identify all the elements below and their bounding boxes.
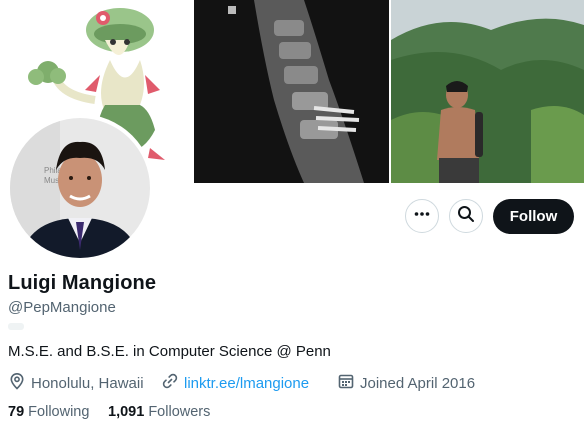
profile-joined: Joined April 2016: [337, 373, 475, 393]
divider-placeholder: [8, 323, 24, 330]
following-count: 79: [8, 404, 25, 420]
joined-text: Joined April 2016: [360, 374, 476, 392]
location-pin-icon: [8, 372, 31, 394]
profile-handle: @PepMangione: [8, 299, 116, 316]
following-link[interactable]: 79 Following: [8, 404, 89, 420]
search-icon: [457, 205, 475, 228]
more-button[interactable]: [405, 199, 439, 233]
header-photo-hiker[interactable]: [391, 0, 584, 183]
profile-website[interactable]: linktr.ee/lmangione: [161, 373, 309, 393]
search-profile-button[interactable]: [449, 199, 483, 233]
location-text: Honolulu, Hawaii: [31, 374, 144, 392]
profile-name: Luigi Mangione: [8, 272, 157, 294]
profile-location: Honolulu, Hawaii: [8, 372, 144, 394]
follow-button[interactable]: Follow: [493, 199, 574, 234]
more-icon: [413, 205, 431, 228]
website-link[interactable]: linktr.ee/lmangione: [184, 375, 309, 392]
followers-link[interactable]: 1,091 Followers: [108, 404, 210, 420]
followers-label: Followers: [148, 404, 211, 420]
link-icon: [161, 372, 184, 394]
followers-count: 1,091: [108, 404, 145, 420]
following-label: Following: [28, 404, 90, 420]
header-photo-xray[interactable]: [194, 0, 389, 183]
calendar-icon: [337, 372, 360, 394]
profile-avatar[interactable]: Phila Muse: [10, 118, 150, 258]
profile-bio: M.S.E. and B.S.E. in Computer Science @ …: [8, 343, 331, 360]
